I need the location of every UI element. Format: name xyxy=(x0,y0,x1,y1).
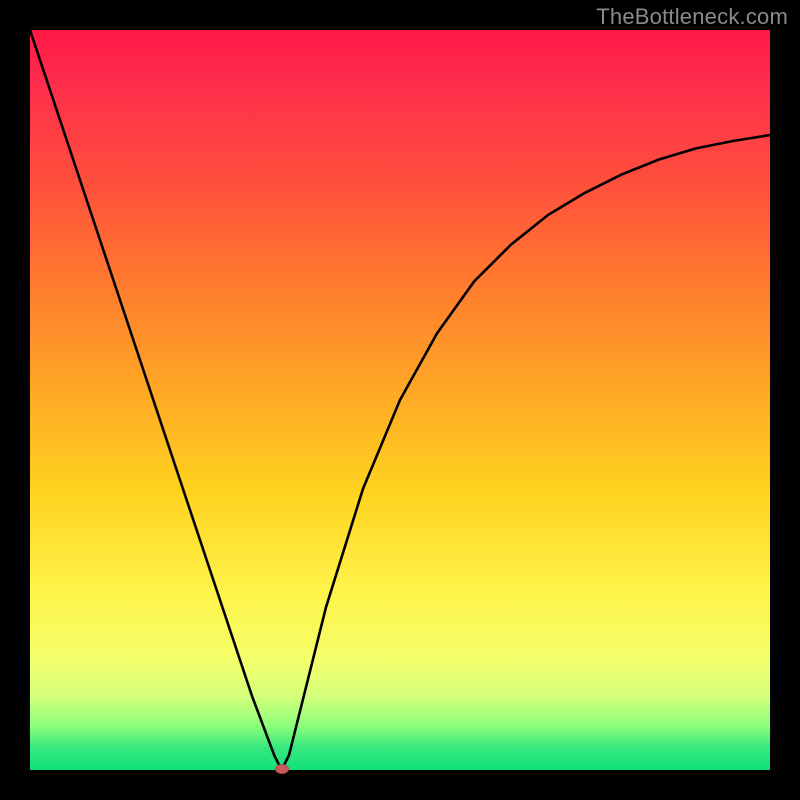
bottleneck-curve xyxy=(30,30,770,770)
watermark-text: TheBottleneck.com xyxy=(596,4,788,30)
chart-frame: TheBottleneck.com xyxy=(0,0,800,800)
plot-area xyxy=(30,30,770,770)
optimal-marker xyxy=(275,764,289,774)
